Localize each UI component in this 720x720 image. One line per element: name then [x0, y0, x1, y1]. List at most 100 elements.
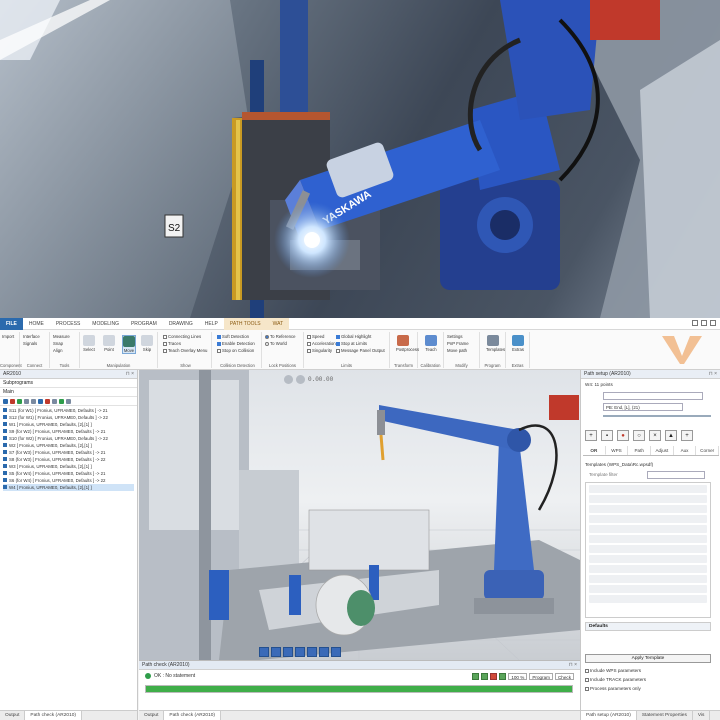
panel-pin-icon[interactable]: ⊓ ×	[126, 370, 134, 379]
copy-icon[interactable]	[38, 398, 43, 404]
soft-detection-checkbox[interactable]: Soft Detection	[217, 334, 249, 339]
delete-icon[interactable]: ×	[649, 430, 661, 441]
list-item[interactable]: W3 [ Fronius, UFRAME0, Defaults, [2],[1]…	[3, 463, 134, 470]
split-icon[interactable]: ▲	[665, 430, 677, 441]
list-item[interactable]: W2 [ Fronius, UFRAME0, Defaults, [2],[1]…	[3, 442, 134, 449]
list-item[interactable]: W1 [ Fronius, UFRAME0, Defaults, [2],[1]…	[3, 421, 134, 428]
path-name-field[interactable]	[603, 392, 703, 400]
include-wps-checkbox[interactable]: Include WPS parameters	[585, 668, 641, 673]
interface-button[interactable]: Interface	[23, 334, 40, 339]
defaults-row[interactable]: Defaults	[585, 622, 711, 631]
point-icon[interactable]: ○	[633, 430, 645, 441]
global-highlight-checkbox[interactable]: Global Highlight	[336, 334, 371, 339]
limits-icon[interactable]	[499, 673, 507, 680]
tab-path-check[interactable]: Path check (AR2010)	[164, 711, 222, 720]
point-button[interactable]: Point	[102, 335, 116, 352]
enable-detection-checkbox[interactable]: Enable Detection	[217, 341, 255, 346]
measure-button[interactable]: Measure	[53, 334, 70, 339]
collision-icon[interactable]	[490, 673, 498, 680]
check-button[interactable]: Check	[554, 673, 574, 680]
apply-template-button[interactable]: Apply Template	[585, 654, 711, 663]
to-reference-radio[interactable]: To Reference	[265, 334, 296, 339]
plus-icon[interactable]: +	[681, 430, 693, 441]
view-zoom-icon[interactable]	[319, 647, 329, 657]
list-item[interactable]: S5 (for W4) [ Fronius, UFRAME0, Defaults…	[3, 470, 134, 477]
tab-path-setup[interactable]: Path setup (AR2010)	[581, 711, 637, 720]
tab-wat[interactable]: WAT	[266, 317, 290, 330]
filter-icon[interactable]	[52, 398, 57, 404]
view-top-icon[interactable]	[271, 647, 281, 657]
panel-close-icon[interactable]: ⊓ ×	[709, 370, 717, 379]
point-slider[interactable]	[603, 415, 711, 417]
tab-home[interactable]: HOME	[23, 318, 50, 330]
tab-or[interactable]: OR	[583, 446, 606, 455]
message-panel-checkbox[interactable]: Message Panel Output	[336, 348, 385, 353]
delete-icon[interactable]	[10, 398, 15, 404]
select-button[interactable]: Select	[82, 335, 96, 352]
align-button[interactable]: Align	[53, 348, 63, 353]
snap-button[interactable]: Snap	[53, 341, 63, 346]
tab-adjust[interactable]: Adjust	[651, 446, 674, 455]
record-icon[interactable]: ●	[617, 430, 629, 441]
tab-output[interactable]: Output	[0, 711, 26, 720]
skip-button[interactable]: Skip	[140, 335, 154, 352]
view-fit-icon[interactable]	[307, 647, 317, 657]
include-track-checkbox[interactable]: Include TRACK parameters	[585, 677, 646, 682]
stop-at-limits-checkbox[interactable]: Stop at Limits	[336, 341, 367, 346]
tab-process[interactable]: PROCESS	[50, 318, 86, 330]
view-side-icon[interactable]	[283, 647, 293, 657]
move-button[interactable]: Move	[122, 335, 136, 354]
tab-modeling[interactable]: MODELING	[86, 318, 125, 330]
pnp-frame-button[interactable]: PnP Frame	[447, 341, 469, 346]
list-item[interactable]: S12 (for W1) [ Fronius, UFRAME0, Default…	[3, 414, 134, 421]
mode-select[interactable]: Program	[529, 673, 553, 680]
insert-icon[interactable]: ▪	[601, 430, 613, 441]
singularity-checkbox[interactable]: Singularity	[307, 348, 332, 353]
connecting-lines-checkbox[interactable]: Connecting Lines	[163, 334, 201, 339]
stop-on-collision-checkbox[interactable]: Stop on Collision	[217, 348, 254, 353]
reach-icon[interactable]	[481, 673, 489, 680]
postprocess-button[interactable]: Postprocess	[396, 335, 419, 352]
template-list[interactable]	[585, 482, 711, 618]
process-only-checkbox[interactable]: Process parameters only	[585, 686, 641, 691]
tab-corner[interactable]: Corner	[696, 446, 720, 455]
point-field[interactable]: PB: End, [L], (21)	[603, 403, 683, 411]
panel-close-icon[interactable]: ⊓ ×	[569, 661, 577, 670]
list-item[interactable]: S9 (for W2) [ Fronius, UFRAME0, Defaults…	[3, 428, 134, 435]
signals-button[interactable]: Signals	[23, 341, 37, 346]
rewind-icon[interactable]	[284, 374, 293, 384]
settings-icon[interactable]	[66, 398, 71, 404]
to-world-radio[interactable]: To World	[265, 341, 287, 346]
import-button[interactable]: Import	[2, 334, 14, 339]
tab-statement-properties[interactable]: Statement Properties	[637, 711, 693, 720]
close-icon[interactable]	[710, 320, 716, 326]
extras-button[interactable]: Extras	[511, 335, 525, 352]
maximize-icon[interactable]	[701, 320, 707, 326]
tab-aux[interactable]: Aux	[674, 446, 697, 455]
acceleration-checkbox[interactable]: Acceleration	[307, 341, 336, 346]
main-node[interactable]: Main	[3, 389, 14, 395]
tab-file[interactable]: FILE	[0, 317, 23, 330]
tab-output[interactable]: Output	[139, 711, 165, 720]
tab-vis[interactable]: Vis	[693, 711, 711, 720]
zoom-field[interactable]: 100 %	[508, 673, 528, 680]
list-item[interactable]: S6 (for W4) [ Fronius, UFRAME0, Defaults…	[3, 477, 134, 484]
minimize-icon[interactable]	[692, 320, 698, 326]
add-icon[interactable]: +	[585, 430, 597, 441]
list-item[interactable]: S11 (for W1) [ Fronius, UFRAME0, Default…	[3, 407, 134, 414]
list-item[interactable]: S10 (for W2) [ Fronius, UFRAME0, Default…	[3, 435, 134, 442]
tab-drawing[interactable]: DRAWING	[163, 318, 199, 330]
list-item[interactable]: S7 (for W3) [ Fronius, UFRAME0, Defaults…	[3, 449, 134, 456]
tab-program[interactable]: PROGRAM	[125, 318, 163, 330]
settings-button[interactable]: Settings	[447, 334, 463, 339]
view-front-icon[interactable]	[259, 647, 269, 657]
teach-overlay-checkbox[interactable]: Teach Overlay Menu	[163, 348, 207, 353]
run-icon[interactable]	[17, 398, 22, 404]
list-item-selected[interactable]: W4 [ Fronius, UFRAME0, Defaults, [2],[1]…	[3, 484, 134, 491]
tab-help[interactable]: HELP	[199, 318, 224, 330]
play-icon[interactable]	[296, 374, 305, 384]
tab-wps[interactable]: WPS	[606, 446, 629, 455]
view-pan-icon[interactable]	[331, 647, 341, 657]
tab-path-check[interactable]: Path check (AR2010)	[25, 711, 83, 720]
speed-checkbox[interactable]: Speed	[307, 334, 324, 339]
